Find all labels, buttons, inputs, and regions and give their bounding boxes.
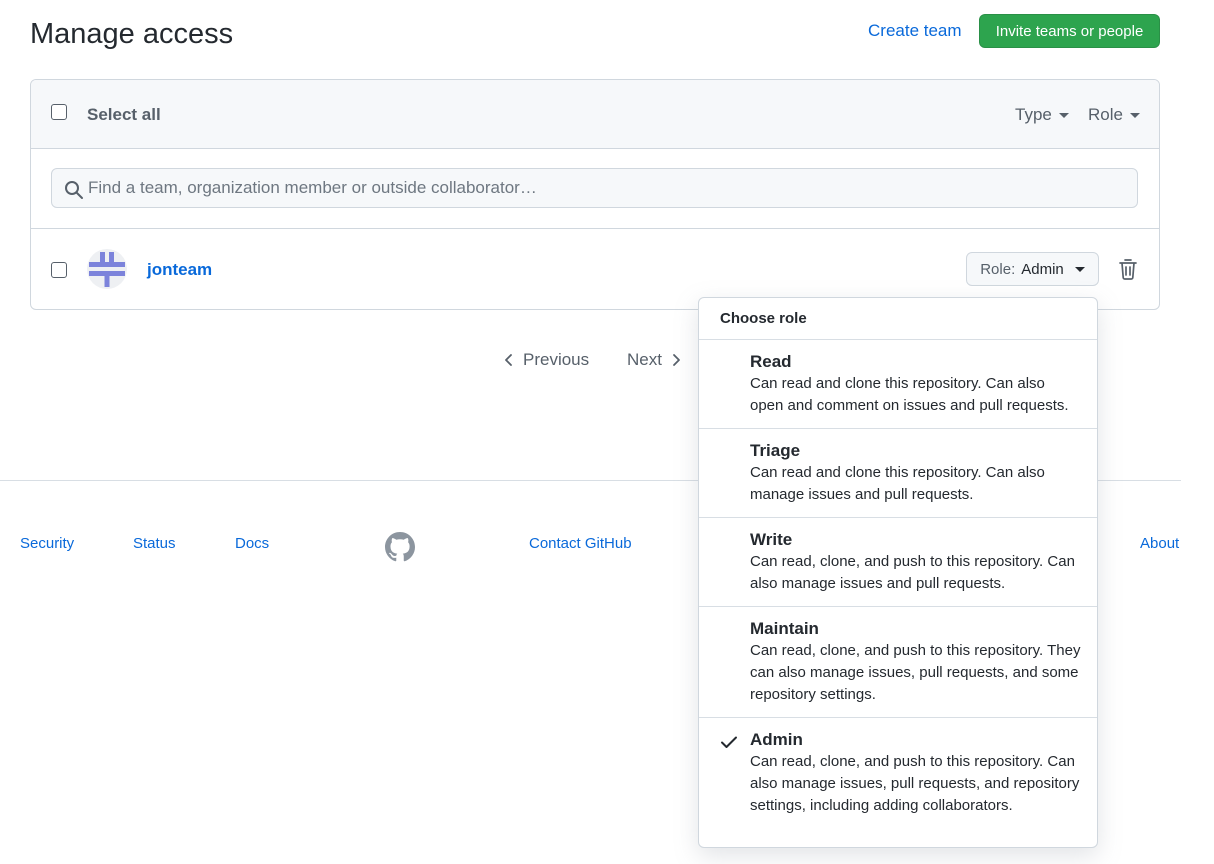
invite-button[interactable]: Invite teams or people bbox=[979, 14, 1160, 48]
page-title: Manage access bbox=[30, 18, 234, 50]
type-filter[interactable]: Type bbox=[1015, 105, 1069, 125]
role-option-desc: Can read and clone this repository. Can … bbox=[750, 464, 1045, 503]
role-option-read[interactable]: Read Can read and clone this repository.… bbox=[699, 340, 1097, 429]
type-filter-label: Type bbox=[1015, 105, 1052, 124]
role-option-name: Triage bbox=[750, 441, 801, 460]
footer-link-about[interactable]: About bbox=[1140, 535, 1179, 552]
next-label: Next bbox=[627, 350, 662, 369]
role-option-desc: Can read and clone this repository. Can … bbox=[750, 375, 1069, 414]
search-input[interactable] bbox=[88, 169, 1128, 207]
list-header: Select all Type Role bbox=[31, 80, 1159, 149]
member-checkbox[interactable] bbox=[51, 262, 67, 278]
role-option-name: Admin bbox=[750, 730, 803, 749]
role-option-triage[interactable]: Triage Can read and clone this repositor… bbox=[699, 429, 1097, 518]
select-all-label: Select all bbox=[87, 105, 161, 124]
search-icon bbox=[65, 181, 83, 199]
footer-link-contact[interactable]: Contact GitHub bbox=[529, 535, 632, 552]
role-option-desc: Can read, clone, and push to this reposi… bbox=[750, 753, 1080, 814]
avatar bbox=[87, 249, 127, 289]
role-option-name: Maintain bbox=[750, 619, 819, 638]
role-menu-title: Choose role bbox=[699, 298, 1097, 340]
next-page-button[interactable]: Next bbox=[627, 350, 682, 370]
chevron-right-icon bbox=[673, 354, 680, 366]
footer-link-security[interactable]: Security bbox=[20, 535, 74, 552]
previous-page-button[interactable]: Previous bbox=[503, 350, 589, 370]
role-filter-label: Role bbox=[1088, 105, 1123, 124]
search-row bbox=[31, 149, 1159, 229]
role-value: Admin bbox=[1021, 260, 1064, 278]
member-name[interactable]: jonteam bbox=[147, 260, 212, 280]
role-menu: Choose role Read Can read and clone this… bbox=[698, 297, 1098, 848]
footer-link-docs[interactable]: Docs bbox=[235, 535, 269, 552]
role-option-desc: Can read, clone, and push to this reposi… bbox=[750, 553, 1075, 592]
chevron-left-icon bbox=[505, 354, 512, 366]
select-all-checkbox[interactable] bbox=[51, 104, 67, 120]
role-prefix: Role: bbox=[980, 260, 1016, 278]
role-option-write[interactable]: Write Can read, clone, and push to this … bbox=[699, 518, 1097, 607]
role-option-desc: Can read, clone, and push to this reposi… bbox=[750, 642, 1081, 703]
search-box bbox=[51, 168, 1138, 208]
role-select-button[interactable]: Role: Admin bbox=[966, 252, 1099, 286]
footer-link-status[interactable]: Status bbox=[133, 535, 176, 552]
role-filter[interactable]: Role bbox=[1088, 105, 1140, 125]
team-avatar-icon bbox=[89, 252, 125, 287]
caret-down-icon bbox=[1058, 112, 1069, 118]
role-option-admin[interactable]: Admin Can read, clone, and push to this … bbox=[699, 718, 1097, 847]
check-icon bbox=[721, 736, 737, 748]
caret-down-icon bbox=[1074, 266, 1085, 272]
create-team-link[interactable]: Create team bbox=[868, 21, 962, 41]
access-list-box: Select all Type Role Find a team, organi… bbox=[30, 79, 1160, 310]
caret-down-icon bbox=[1129, 112, 1140, 118]
github-logo-icon[interactable] bbox=[385, 532, 415, 562]
previous-label: Previous bbox=[523, 350, 590, 369]
role-option-name: Read bbox=[750, 352, 792, 371]
role-option-name: Write bbox=[750, 530, 793, 549]
trash-icon[interactable] bbox=[1118, 258, 1138, 280]
role-option-maintain[interactable]: Maintain Can read, clone, and push to th… bbox=[699, 607, 1097, 718]
